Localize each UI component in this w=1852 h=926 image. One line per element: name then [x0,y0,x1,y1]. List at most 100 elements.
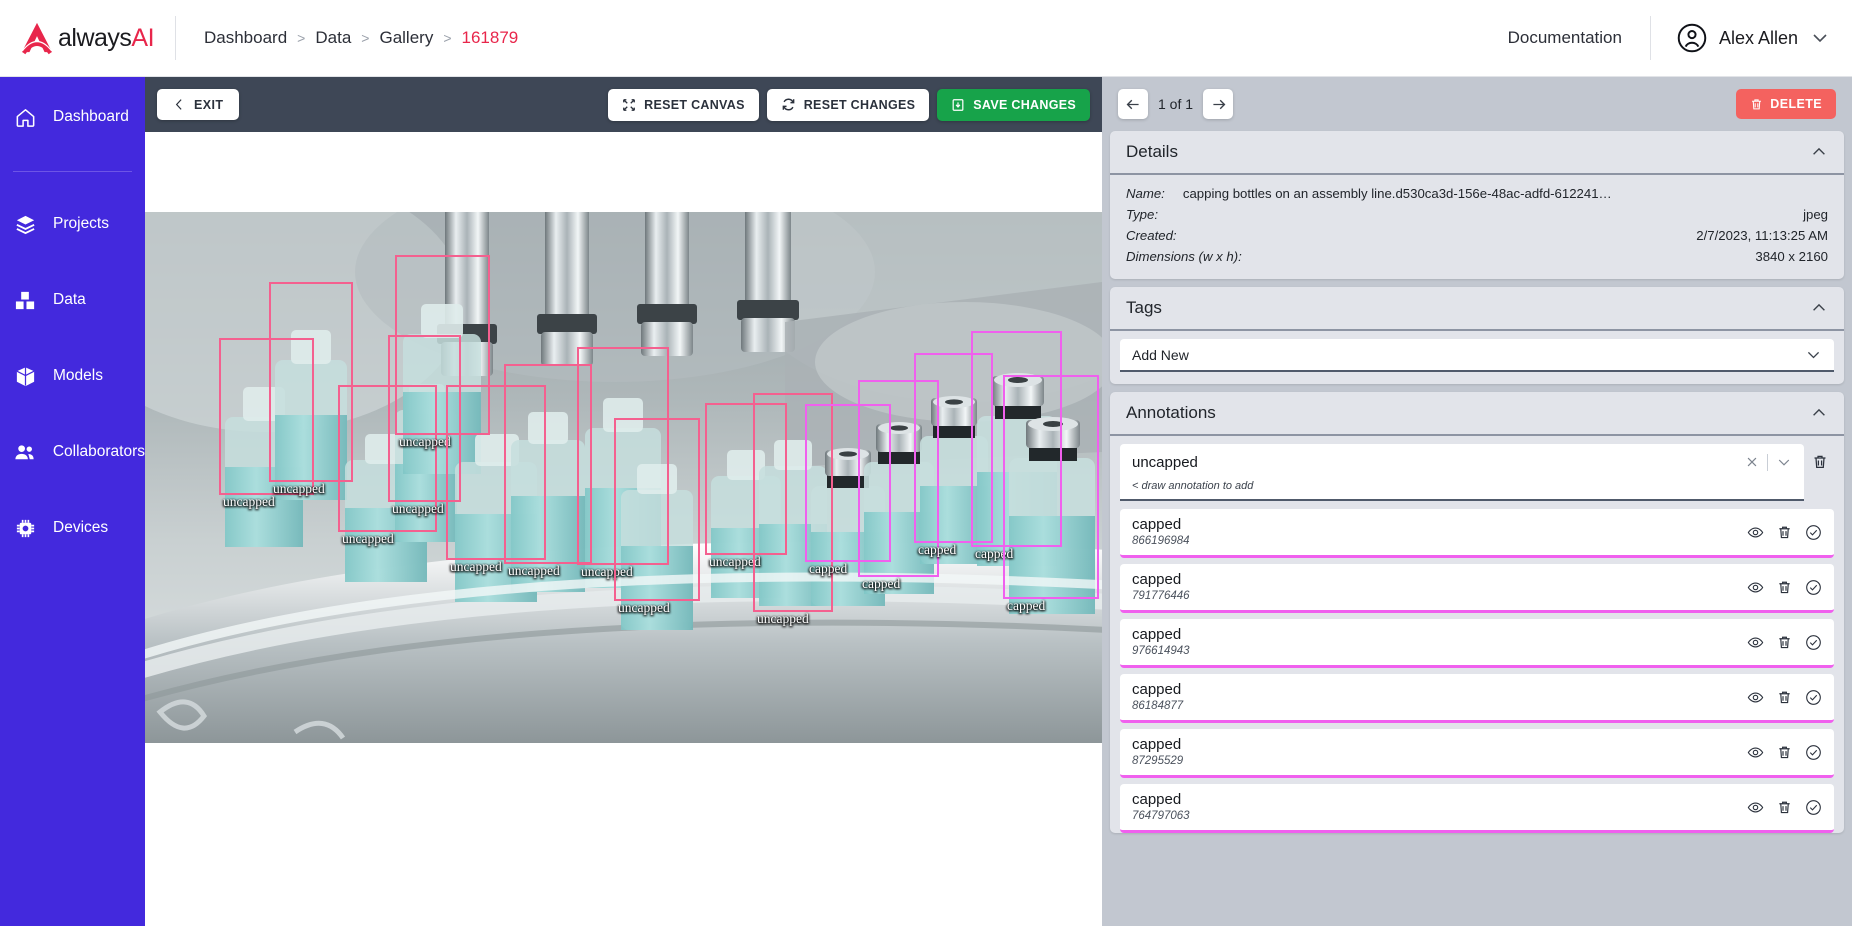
annotations-card: Annotations uncapped < draw annotation t… [1110,392,1844,833]
reset-changes-label: RESET CHANGES [803,97,916,112]
eye-icon[interactable] [1747,799,1764,816]
annotation-input-delete-button[interactable] [1812,444,1834,470]
sidebar-item-devices[interactable]: Devices [0,506,145,550]
annotation-list: capped 866196984 capped 791776446 capped 9766… [1120,509,1834,833]
input-separator [1767,453,1768,471]
brand-name-accent: AI [131,23,155,52]
sidebar-item-label: Models [53,367,103,384]
annotation-list-item[interactable]: capped 791776446 [1120,564,1834,613]
close-icon[interactable] [1745,455,1759,469]
bounding-box-label: uncapped [618,600,670,615]
annotation-item-text: capped 866196984 [1132,516,1190,549]
trash-icon[interactable] [1777,745,1792,760]
header-right-area: Documentation Alex Allen [1508,0,1852,76]
reset-changes-button[interactable]: RESET CHANGES [766,88,930,121]
chevron-up-icon[interactable] [1810,143,1828,161]
annotation-label-select[interactable]: uncapped [1120,444,1804,480]
save-changes-label: SAVE CHANGES [973,97,1076,112]
bounding-box-label: uncapped [223,494,275,509]
refresh-icon [781,97,796,112]
chevron-up-icon[interactable] [1810,299,1828,317]
sidebar-item-models[interactable]: Models [0,354,145,398]
bounding-box-uncapped[interactable]: uncapped [614,418,700,615]
eye-icon[interactable] [1747,634,1764,651]
annotations-card-header[interactable]: Annotations [1110,392,1844,436]
trash-icon[interactable] [1777,525,1792,540]
eye-icon[interactable] [1747,579,1764,596]
eye-icon[interactable] [1747,524,1764,541]
annotation-list-item[interactable]: capped 86184877 [1120,674,1834,723]
check-circle-icon[interactable] [1805,744,1822,761]
trash-icon [1750,98,1763,111]
sidebar-item-data[interactable]: Data [0,278,145,322]
check-circle-icon[interactable] [1805,799,1822,816]
check-circle-icon[interactable] [1805,524,1822,541]
breadcrumb-current: 161879 [461,28,519,47]
annotation-list-item[interactable]: capped 976614943 [1120,619,1834,668]
trash-icon[interactable] [1777,635,1792,650]
tags-card-header[interactable]: Tags [1110,287,1844,331]
chevron-up-icon[interactable] [1810,404,1828,422]
brand-name-plain: always [58,23,132,52]
eye-icon[interactable] [1747,744,1764,761]
breadcrumb-item-data[interactable]: Data [315,28,351,48]
detail-key: Dimensions (w x h): [1126,249,1242,264]
bounding-box-label: uncapped [399,434,451,449]
annotation-list-item[interactable]: capped 87295529 [1120,729,1834,778]
annotation-input-box: uncapped < draw annotation to add [1120,444,1804,501]
eye-icon[interactable] [1747,689,1764,706]
delete-image-button[interactable]: DELETE [1736,89,1836,119]
user-name-label: Alex Allen [1718,27,1798,48]
bounding-box-label: capped [862,576,901,591]
bounding-box-label: uncapped [342,531,394,546]
annotation-input-value: uncapped [1132,453,1198,471]
cube-icon [13,364,37,388]
chevron-down-icon[interactable] [1776,454,1792,470]
toolbar-actions: RESET CANVAS RESET CHANGES SAVE CHANGES [608,88,1090,121]
check-circle-icon[interactable] [1805,689,1822,706]
annotation-input-icons [1745,453,1792,471]
bounding-box-capped[interactable]: capped [1003,375,1099,613]
annotation-item-label: capped [1132,516,1182,533]
sidebar-item-label: Projects [53,215,109,232]
sidebar-divider [13,171,132,172]
annotation-item-id: 87295529 [1132,755,1184,767]
check-circle-icon[interactable] [1805,634,1822,651]
annotation-list-item[interactable]: capped 764797063 [1120,784,1834,833]
annotation-item-text: capped 976614943 [1132,626,1190,659]
exit-button[interactable]: EXIT [157,89,240,120]
annotation-list-item[interactable]: capped 866196984 [1120,509,1834,558]
annotation-hint: < draw annotation to add [1132,480,1254,492]
breadcrumb-separator-icon: > [297,30,306,46]
detail-key: Type: [1126,207,1159,222]
user-menu[interactable]: Alex Allen [1651,23,1852,53]
trash-icon[interactable] [1777,690,1792,705]
chevron-down-icon[interactable] [1805,346,1822,363]
previous-image-button[interactable] [1118,89,1148,119]
home-icon [13,105,37,129]
save-changes-button[interactable]: SAVE CHANGES [937,88,1090,121]
breadcrumb-separator-icon: > [361,30,370,46]
brand-logo-area[interactable]: alwaysAI [0,21,175,55]
trash-icon[interactable] [1777,580,1792,595]
breadcrumb-item-dashboard[interactable]: Dashboard [204,28,287,48]
trash-icon[interactable] [1777,800,1792,815]
exit-button-label: EXIT [194,97,224,112]
check-circle-icon[interactable] [1805,579,1822,596]
sidebar-item-collaborators[interactable]: Collaborators [0,430,145,474]
details-card-header[interactable]: Details [1110,131,1844,175]
chevron-down-icon[interactable] [1810,28,1830,48]
annotated-image[interactable]: uncapped uncapped uncapped uncapped uncapped… [145,212,1102,743]
chevron-left-icon [173,98,186,111]
sidebar-item-dashboard[interactable]: Dashboard [0,95,145,139]
people-icon [13,440,37,464]
add-tag-select[interactable]: Add New [1120,339,1834,372]
editor-region: EXIT RESET CANVAS RESET CHANGES SAVE CHA… [145,77,1852,926]
image-canvas[interactable]: uncapped uncapped uncapped uncapped uncapped… [145,132,1102,926]
reset-canvas-button[interactable]: RESET CANVAS [608,88,759,121]
sidebar-item-projects[interactable]: Projects [0,202,145,246]
annotation-item-actions [1747,689,1822,706]
next-image-button[interactable] [1203,89,1234,119]
documentation-link[interactable]: Documentation [1508,28,1650,48]
breadcrumb-item-gallery[interactable]: Gallery [379,28,433,48]
